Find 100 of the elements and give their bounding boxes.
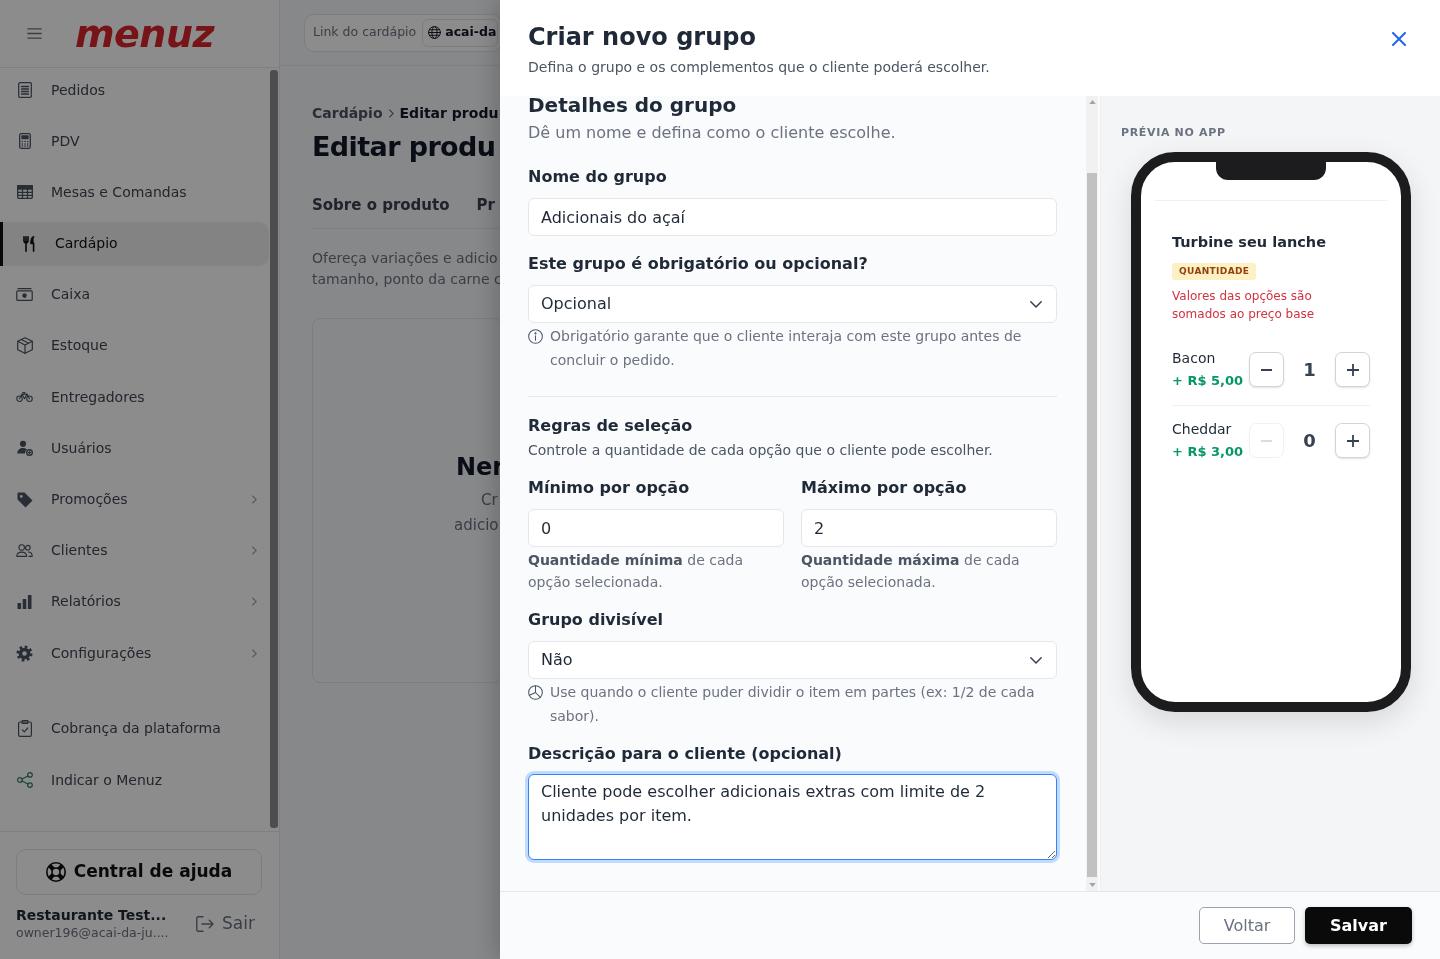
scroll-up-icon[interactable] [1088,100,1096,104]
clipboard-check-icon [17,720,32,738]
quantity-value: 0 [1302,429,1317,453]
description-textarea[interactable]: Cliente pode escolher adicionais extras com limite de 2 unidades por item. [528,774,1057,860]
menu-link[interactable]: acai-da [422,18,499,47]
globe-icon [428,26,442,39]
decrease-button[interactable] [1249,352,1284,387]
sidebar-item[interactable]: Relatórios [0,579,269,624]
sidebar-item[interactable]: Promoções [0,477,269,522]
field-label: Mínimo por opção [528,477,690,499]
minus-icon [1261,439,1272,442]
quantity-tag: QUANTIDADE [1172,263,1257,280]
sidebar-item[interactable]: Entregadores [0,375,269,420]
option-name: Cheddar [1172,420,1232,439]
panel-subtitle: Defina o grupo e os complementos que o cliente poderá escolher. [528,58,990,77]
fork-knife-icon [22,235,35,252]
number-input[interactable]: 0 [528,509,784,547]
section-heading: Regras de seleção [528,415,693,437]
tab[interactable]: Pr [476,193,495,217]
calculator-icon [18,133,31,150]
sidebar-item[interactable]: Clientes [0,528,269,573]
brand-logo: menuz [75,13,215,54]
bicycle-icon [16,392,33,403]
help-center-button[interactable]: Central de ajuda [16,849,262,895]
option-price: + R$ 5,00 [1172,372,1244,390]
empty-state-text: Cr [481,490,498,511]
scroll-down-icon[interactable] [1088,883,1096,887]
sidebar-item[interactable]: Cobrança da plataforma [0,706,269,751]
tab[interactable]: Sobre o produto [312,193,450,217]
section-description: Controle a quantidade de cada opção que o cliente pode escolher. [528,441,993,460]
table-grid-icon [16,185,33,200]
hint-text: Use quando o cliente puder dividir o item em partes (ex: 1/2 de cada sabor). [550,683,1036,726]
scrollbar-thumb[interactable] [270,70,278,828]
scrollbar-thumb[interactable] [1087,173,1097,877]
pie-chart-icon [528,684,543,700]
sidebar-item[interactable]: Indicar o Menuz [0,758,269,803]
sidebar-item[interactable]: Caixa [0,272,269,317]
logout-button[interactable]: Sair [196,910,255,937]
chevron-down-icon [1030,300,1042,308]
helper-text: Quantidade mínima de cada opção selecionada. [528,551,744,592]
close-icon [1392,32,1406,46]
share-icon [16,772,33,789]
option-price: + R$ 3,00 [1172,443,1244,461]
box-icon [16,337,33,355]
breadcrumb-link[interactable]: Cardápio [312,102,383,124]
save-button[interactable]: Salvar [1305,907,1412,944]
plus-icon [1346,363,1359,376]
gear-icon [16,644,33,662]
preview-label: PRÉVIA NO APP [1121,126,1226,140]
sidebar-item[interactable]: Usuários [0,426,269,471]
field-label: Descrição para o cliente (opcional) [528,743,842,765]
bar-chart-icon [17,594,32,609]
empty-state-text: adicio [454,515,499,536]
panel-title: Criar novo grupo [528,22,756,53]
sidebar-item[interactable]: Pedidos [0,68,269,112]
account-email: owner196@acai-da-ju.... [16,924,169,941]
group-title: Turbine seu lanche [1172,233,1326,252]
sidebar-item[interactable]: Cardápio [0,221,269,266]
field-label: Grupo divisível [528,609,664,631]
plus-icon [1346,434,1359,447]
description-text: Ofereça variações e adicio [312,249,498,268]
logout-icon [196,915,214,932]
field-label: Máximo por opção [801,477,967,499]
field-label: Este grupo é obrigatório ou opcional? [528,253,868,275]
divisible-select[interactable]: Não [528,641,1057,679]
back-button[interactable]: Voltar [1199,907,1295,944]
sidebar-item[interactable]: Mesas e Comandas [0,170,269,215]
banknote-icon [16,288,33,302]
empty-state-title: Ner [456,452,505,482]
hint-text: Obrigatório garante que o cliente interaja com este grupo antes de concluir o pedido. [550,327,1023,370]
page-title: Editar produ [312,130,496,164]
group-name-input[interactable]: Adicionais do açaí [528,198,1057,236]
link-label: Link do cardápio [313,23,417,42]
info-icon [528,328,543,344]
price-note: Valores das opções são somados ao preço base [1172,288,1316,323]
menu-icon[interactable] [27,28,42,39]
increase-button[interactable] [1335,423,1370,458]
lifebuoy-icon [45,862,66,882]
breadcrumb-current: Editar produ [399,103,499,123]
document-icon [17,82,32,98]
chevron-down-icon [1030,656,1042,664]
field-label: Nome do grupo [528,166,667,188]
chevron-right-icon [388,108,394,118]
helper-text: Quantidade máxima de cada opção selecionada. [801,551,1021,592]
required-select[interactable]: Opcional [528,285,1057,323]
sidebar-item[interactable]: Configurações [0,631,269,676]
sidebar-item[interactable]: Estoque [0,323,269,368]
close-button[interactable] [1392,32,1406,46]
section-description: Dê um nome e defina como o cliente escolhe. [528,122,896,144]
option-name: Bacon [1172,349,1216,368]
increase-button[interactable] [1335,352,1370,387]
minus-icon [1261,368,1272,371]
tag-icon [16,491,33,508]
number-input[interactable]: 2 [801,509,1057,547]
section-heading: Detalhes do grupo [528,96,737,114]
account-name: Restaurante Test... [16,906,167,924]
quantity-value: 1 [1302,358,1317,382]
user-plus-icon [16,440,33,457]
users-icon [16,544,33,558]
sidebar-item[interactable]: PDV [0,119,269,164]
